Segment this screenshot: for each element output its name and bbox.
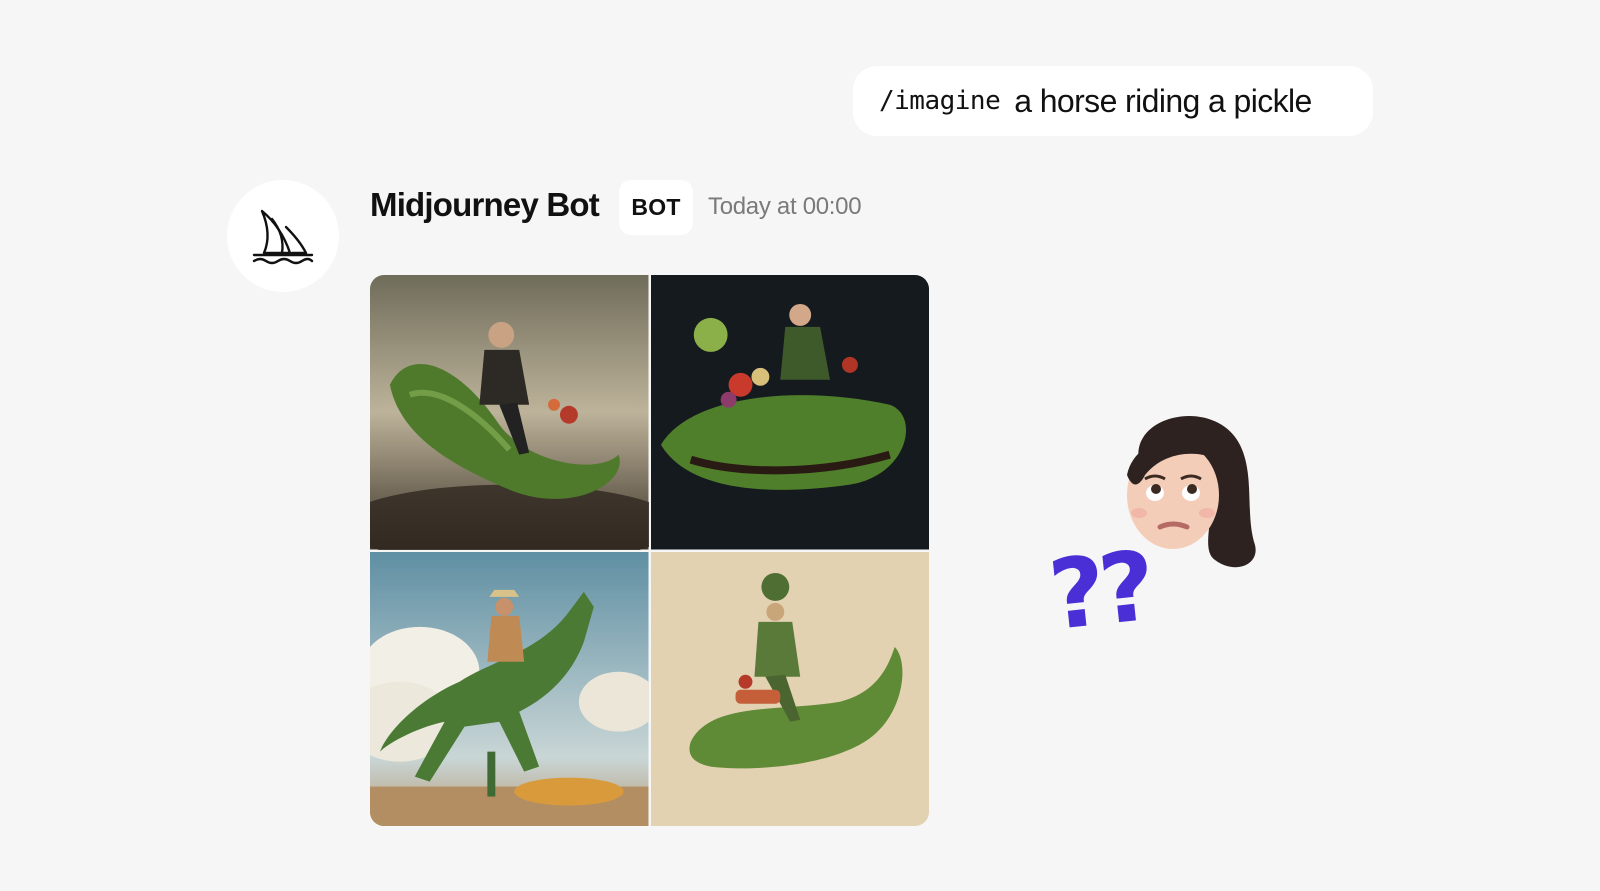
bot-name[interactable]: Midjourney Bot — [370, 186, 600, 224]
prompt-bubble: /imagine a horse riding a pickle — [853, 66, 1373, 136]
question-marks: ?? — [1044, 530, 1155, 652]
image-tile-2[interactable] — [650, 275, 929, 550]
image-tile-1[interactable] — [370, 275, 649, 550]
image-tile-4[interactable] — [650, 551, 929, 826]
bot-avatar[interactable] — [227, 180, 339, 292]
message-timestamp: Today at 00:00 — [708, 193, 862, 220]
bot-badge: BOT — [619, 180, 693, 235]
image-tile-3[interactable] — [370, 551, 649, 826]
image-grid[interactable] — [370, 275, 929, 826]
prompt-text: a horse riding a pickle — [1014, 82, 1312, 119]
sailboat-icon — [252, 209, 314, 265]
prompt-command: /imagine — [879, 86, 1001, 116]
